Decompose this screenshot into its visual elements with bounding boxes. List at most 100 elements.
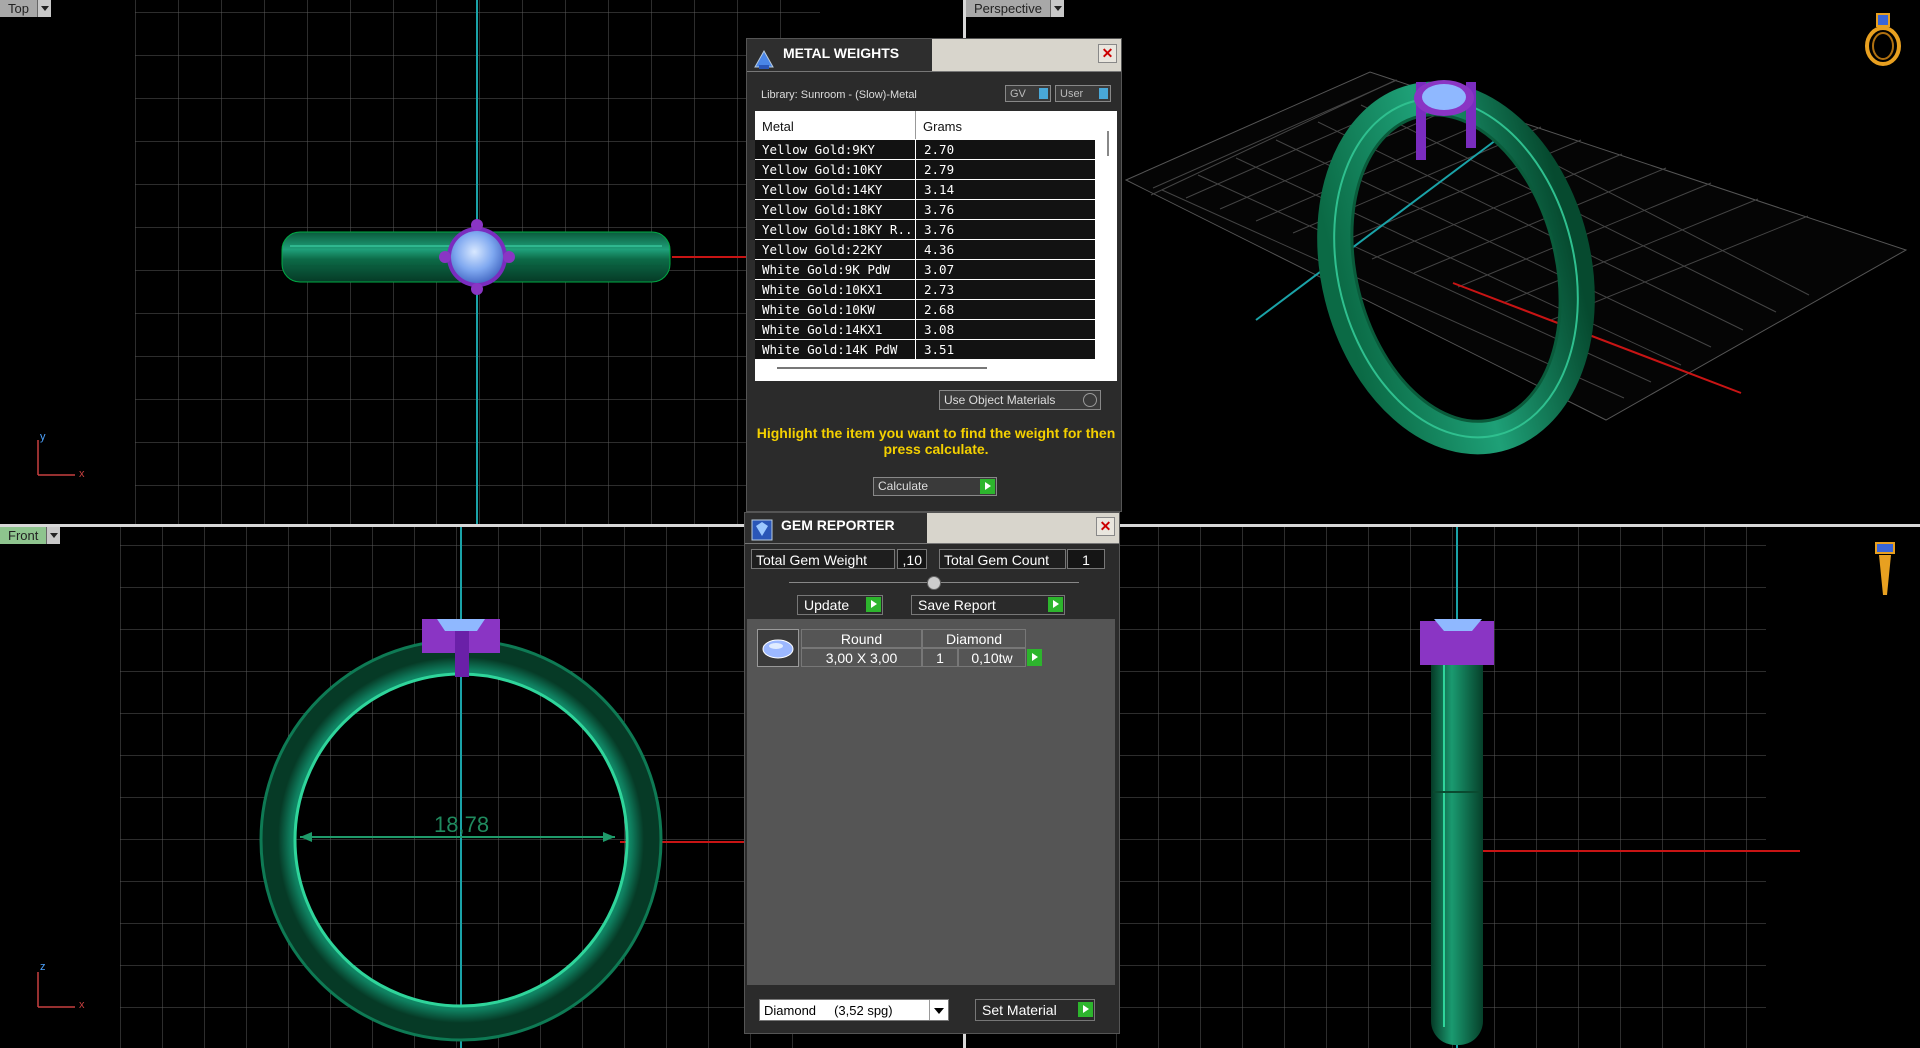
grams-cell: 3.14 [916, 180, 1095, 199]
gv-toggle[interactable]: GV [1005, 85, 1051, 102]
column-metal[interactable]: Metal [762, 119, 794, 134]
panel-title-tab: GEM REPORTER [745, 513, 927, 543]
axis-x-label: x [79, 999, 85, 1011]
viewport-label-top[interactable]: Top [0, 0, 51, 17]
collapse-handle-icon[interactable] [927, 576, 941, 590]
table-row[interactable]: White Gold:14K PdW 3.51 [755, 340, 1095, 359]
viewport-name: Front [0, 527, 47, 544]
grams-cell: 4.36 [916, 240, 1095, 259]
viewport-label-perspective[interactable]: Perspective [966, 0, 1064, 17]
metal-name-cell: White Gold:10KW [755, 300, 915, 319]
metal-name-cell: White Gold:10KX1 [755, 280, 915, 299]
user-toggle-label: User [1060, 88, 1084, 100]
gem-weight: 0,10tw [958, 648, 1026, 667]
gem-list[interactable]: Round Diamond 3,00 X 3,00 1 0,10tw [747, 619, 1115, 985]
chevron-down-icon[interactable] [36, 0, 51, 17]
material-select[interactable]: Diamond (3,52 spg) [759, 999, 949, 1021]
set-material-label: Set Material [982, 1002, 1057, 1018]
table-row[interactable]: Yellow Gold:14KY 3.14 [755, 180, 1095, 199]
grams-cell: 2.79 [916, 160, 1095, 179]
panel-title: GEM REPORTER [781, 517, 895, 533]
total-gem-count-value: 1 [1067, 549, 1105, 569]
user-toggle[interactable]: User [1055, 85, 1111, 102]
table-row[interactable]: Yellow Gold:9KY 2.70 [755, 140, 1095, 159]
play-icon [866, 597, 881, 612]
grams-cell: 2.68 [916, 300, 1095, 319]
metal-name-cell: White Gold:14K PdW [755, 340, 915, 359]
table-row[interactable]: Yellow Gold:18KY R... 3.76 [755, 220, 1095, 239]
viewport-name: Perspective [966, 0, 1050, 17]
save-report-button[interactable]: Save Report [911, 595, 1065, 615]
total-gem-weight-label: Total Gem Weight [751, 549, 895, 569]
chevron-down-icon [929, 1000, 948, 1020]
table-row[interactable]: White Gold:9K PdW 3.07 [755, 260, 1095, 279]
checkbox-icon [1083, 393, 1097, 407]
table-row[interactable]: Yellow Gold:10KY 2.79 [755, 160, 1095, 179]
use-object-materials-checkbox[interactable]: Use Object Materials [939, 390, 1101, 410]
pendant-icon[interactable] [1870, 539, 1900, 603]
scale-icon [754, 49, 774, 69]
table-row[interactable]: White Gold:10KX1 2.73 [755, 280, 1095, 299]
library-label: Library: Sunroom - (Slow)-Metal [761, 89, 917, 101]
horizontal-scrollbar[interactable] [777, 367, 987, 369]
play-icon [980, 479, 995, 494]
grams-cell: 3.08 [916, 320, 1095, 339]
grams-cell: 3.76 [916, 200, 1095, 219]
vertical-scrollbar[interactable] [1107, 131, 1109, 156]
gem-report-icon [751, 519, 773, 541]
table-row[interactable]: Yellow Gold:22KY 4.36 [755, 240, 1095, 259]
gem-count: 1 [922, 648, 958, 667]
gem-thumbnail[interactable] [757, 629, 799, 667]
metal-name-cell: Yellow Gold:14KY [755, 180, 915, 199]
panel-title-tab: METAL WEIGHTS [747, 39, 932, 71]
total-gem-count-label: Total Gem Count [939, 549, 1066, 569]
right-setting [1420, 619, 1494, 665]
table-row[interactable]: White Gold:10KW 2.68 [755, 300, 1095, 319]
panel-titlebar[interactable]: METAL WEIGHTS ✕ [747, 39, 1121, 72]
column-grams[interactable]: Grams [923, 119, 962, 134]
viewport-name: Top [0, 0, 37, 17]
axis-y-label: y [40, 431, 46, 443]
play-icon [1078, 1002, 1093, 1017]
total-gem-weight-value: ,10 [897, 549, 927, 569]
gem-details-button[interactable] [1027, 649, 1042, 666]
axis-x-label: x [79, 468, 85, 480]
gem-size: 3,00 X 3,00 [801, 648, 922, 667]
table-row[interactable]: Yellow Gold:18KY 3.76 [755, 200, 1095, 219]
round-gem-icon [762, 639, 794, 659]
metal-table[interactable]: Metal Grams Yellow Gold:9KY 2.70 Yellow Go… [755, 111, 1117, 381]
set-material-button[interactable]: Set Material [975, 999, 1095, 1021]
gem-reporter-panel: GEM REPORTER ✕ Total Gem Weight ,10 Tota… [744, 512, 1120, 1034]
metal-name-cell: Yellow Gold:10KY [755, 160, 915, 179]
gem-shape: Round [801, 629, 922, 648]
grams-cell: 3.51 [916, 340, 1095, 359]
table-body: Yellow Gold:9KY 2.70 Yellow Gold:10KY 2.79 Y… [755, 140, 1095, 360]
chevron-down-icon[interactable] [46, 527, 61, 544]
metal-name-cell: Yellow Gold:18KY R... [755, 220, 915, 239]
viewport-label-front[interactable]: Front [0, 527, 61, 544]
grams-cell: 2.70 [916, 140, 1095, 159]
update-label: Update [804, 597, 850, 613]
metal-name-cell: Yellow Gold:18KY [755, 200, 915, 219]
close-icon[interactable]: ✕ [1098, 44, 1117, 63]
grams-cell: 3.76 [916, 220, 1095, 239]
table-row[interactable]: White Gold:14KX1 3.08 [755, 320, 1095, 339]
chevron-down-icon[interactable] [1049, 0, 1064, 17]
close-icon[interactable]: ✕ [1096, 517, 1115, 536]
table-header: Metal Grams [755, 111, 1095, 139]
panel-titlebar[interactable]: GEM REPORTER ✕ [745, 513, 1119, 544]
use-object-materials-label: Use Object Materials [944, 393, 1056, 407]
gv-toggle-label: GV [1010, 88, 1026, 100]
panel-title: METAL WEIGHTS [783, 45, 900, 61]
material-select-value: Diamond (3,52 spg) [764, 1003, 893, 1018]
play-icon [1032, 653, 1038, 661]
calculate-button[interactable]: Calculate [873, 477, 997, 496]
metal-name-cell: Yellow Gold:22KY [755, 240, 915, 259]
calculate-label: Calculate [878, 479, 929, 493]
update-button[interactable]: Update [797, 595, 883, 615]
grams-cell: 2.73 [916, 280, 1095, 299]
gem-material: Diamond [922, 629, 1026, 648]
ring-icon[interactable] [1863, 8, 1907, 70]
play-icon [1048, 597, 1063, 612]
dimension-label: 18,78 [434, 812, 490, 837]
